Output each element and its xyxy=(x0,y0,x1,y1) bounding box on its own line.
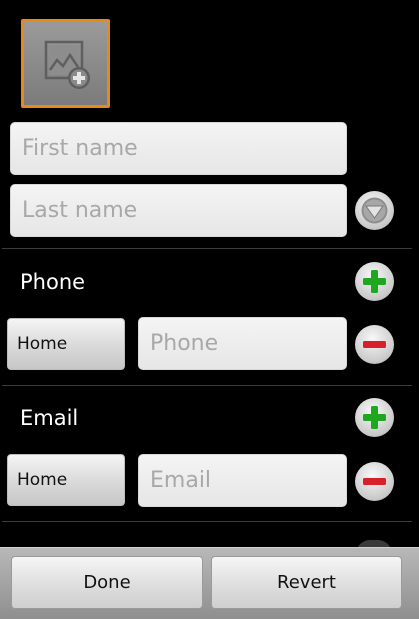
plus-icon xyxy=(363,270,386,293)
remove-email-button[interactable] xyxy=(355,462,394,501)
divider xyxy=(2,248,412,249)
email-type-label: Home xyxy=(17,470,68,490)
phone-type-label: Home xyxy=(17,334,68,354)
first-name-field[interactable]: First name xyxy=(10,122,347,175)
phone-section-label: Phone xyxy=(20,270,86,294)
bottom-action-bar: Done Revert xyxy=(0,547,419,619)
chevron-down-icon xyxy=(361,197,388,224)
add-photo-icon xyxy=(44,40,90,89)
minus-icon xyxy=(363,341,386,348)
done-button[interactable]: Done xyxy=(11,556,203,609)
add-phone-button[interactable] xyxy=(355,262,394,301)
phone-type-button[interactable]: Home xyxy=(7,318,125,370)
add-email-button[interactable] xyxy=(355,398,394,437)
email-section-label: Email xyxy=(20,406,79,430)
expand-name-button[interactable] xyxy=(355,191,394,230)
contact-photo-button[interactable] xyxy=(21,19,110,108)
done-label: Done xyxy=(83,572,131,593)
last-name-placeholder: Last name xyxy=(22,198,138,223)
first-name-placeholder: First name xyxy=(22,136,138,161)
minus-icon xyxy=(363,478,386,485)
last-name-field[interactable]: Last name xyxy=(10,184,347,237)
plus-icon xyxy=(363,406,386,429)
email-type-button[interactable]: Home xyxy=(7,454,125,506)
email-placeholder: Email xyxy=(150,468,212,493)
revert-button[interactable]: Revert xyxy=(211,556,402,609)
phone-placeholder: Phone xyxy=(150,331,219,356)
remove-phone-button[interactable] xyxy=(355,325,394,364)
revert-label: Revert xyxy=(277,572,336,593)
phone-field[interactable]: Phone xyxy=(138,317,347,370)
divider xyxy=(2,521,412,522)
divider xyxy=(2,385,412,386)
email-field[interactable]: Email xyxy=(138,454,347,507)
